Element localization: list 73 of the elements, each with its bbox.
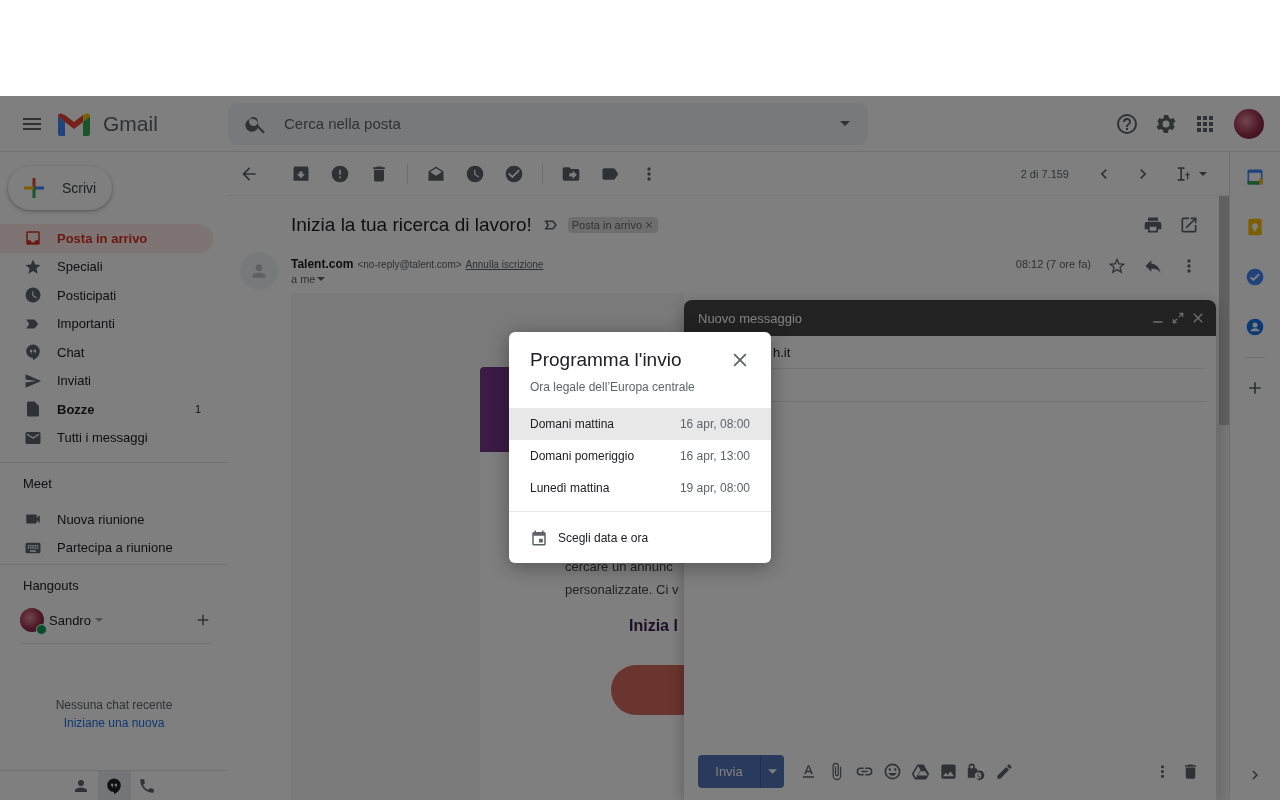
option-time: 16 apr, 08:00 xyxy=(679,417,750,431)
hangouts-tab[interactable] xyxy=(97,771,131,800)
send-button[interactable]: Invia xyxy=(698,755,760,788)
drive-icon[interactable] xyxy=(911,762,930,781)
user-name[interactable]: Sandro xyxy=(49,612,91,628)
chat-icon xyxy=(24,343,42,362)
lock-clock-icon[interactable] xyxy=(967,762,986,781)
pagination-text: 2 di 7.159 xyxy=(1020,167,1069,180)
email-subject: Inizia la tua ricerca di lavoro! xyxy=(291,214,532,236)
help-icon[interactable] xyxy=(1115,111,1139,136)
caret-icon xyxy=(768,769,777,774)
nav-item[interactable]: Bozze 1 xyxy=(0,395,213,424)
calendar-icon[interactable] xyxy=(1245,167,1265,187)
chat-icon xyxy=(105,776,123,795)
caret-icon[interactable] xyxy=(1199,171,1207,176)
gmail-logo[interactable] xyxy=(58,111,90,136)
avatar[interactable] xyxy=(20,608,44,632)
pen-icon[interactable] xyxy=(995,762,1014,781)
sender-avatar xyxy=(240,252,278,290)
contacts-icon[interactable] xyxy=(1245,317,1265,337)
caret-icon[interactable] xyxy=(840,121,850,126)
avatar[interactable] xyxy=(1234,108,1264,139)
empty-message: Nessuna chat recente xyxy=(54,698,174,712)
meet-item[interactable]: Nuova riunione xyxy=(0,505,213,534)
search-bar[interactable]: Cerca nella posta xyxy=(228,102,868,145)
file-icon xyxy=(24,400,42,419)
option-label: Domani pomeriggio xyxy=(530,449,635,463)
schedule-option[interactable]: Domani mattina 16 apr, 08:00 xyxy=(509,408,771,440)
clock-icon xyxy=(24,286,42,305)
email-heading: Inizia l xyxy=(629,617,679,635)
nav-item[interactable]: Posta in arrivo xyxy=(0,224,213,253)
action-button[interactable] xyxy=(611,665,684,715)
search-field[interactable]: Cerca nella posta xyxy=(282,114,840,133)
option-time: 16 apr, 13:00 xyxy=(679,449,750,463)
item-count: 1 xyxy=(194,403,201,416)
start-chat-link[interactable]: Iniziane una nuova xyxy=(63,716,165,730)
option-time: 19 apr, 08:00 xyxy=(679,481,750,495)
send-options-button[interactable] xyxy=(760,755,784,788)
recipient-text: a me xyxy=(291,273,316,285)
app-name: Gmail xyxy=(103,111,158,136)
nav-item[interactable]: Tutti i messaggi xyxy=(0,423,213,452)
plus-icon xyxy=(22,176,46,200)
dialog-title: Programma l'invio xyxy=(530,349,683,371)
email-text: personalizzate. Ci v xyxy=(565,581,680,599)
schedule-option[interactable]: Lunedì mattina 19 apr, 08:00 xyxy=(509,472,771,504)
sender-name: Talent.com xyxy=(291,257,354,271)
expand-icon[interactable] xyxy=(1170,310,1186,326)
caret-icon[interactable] xyxy=(317,277,326,281)
nav-item[interactable]: Chat xyxy=(0,338,213,367)
option-label: Lunedì mattina xyxy=(530,481,610,495)
dialog-subtitle: Ora legale dell’Europa centrale xyxy=(529,379,696,394)
nav-item[interactable]: Posticipati xyxy=(0,281,213,310)
section-heading: Hangouts xyxy=(22,577,80,595)
message-time: 08:12 (7 ore fa) xyxy=(1015,258,1091,270)
calendar-icon xyxy=(530,528,548,547)
pick-date-time-item[interactable]: Scegli data e ora xyxy=(509,511,771,563)
unsubscribe-link[interactable]: Annulla iscrizione xyxy=(465,259,544,270)
section-heading: Meet xyxy=(22,475,53,493)
inbox-icon xyxy=(24,229,42,248)
meet-item[interactable]: Partecipa a riunione xyxy=(0,533,213,562)
check-circle-icon[interactable] xyxy=(1245,267,1265,287)
image-icon[interactable] xyxy=(939,762,958,781)
nav-item[interactable]: Inviati xyxy=(0,366,213,395)
option-label: Domani mattina xyxy=(530,417,615,431)
scrollbar[interactable] xyxy=(1219,196,1229,800)
caret-icon[interactable] xyxy=(94,618,103,622)
schedule-option[interactable]: Domani pomeriggio 16 apr, 13:00 xyxy=(509,440,771,472)
nav-item[interactable]: Importanti xyxy=(0,309,213,338)
sender-email: <no-reply@talent.com> xyxy=(357,259,462,270)
compose-button[interactable]: Scrivi xyxy=(8,166,112,210)
phone-icon xyxy=(138,776,156,795)
emoji-icon[interactable] xyxy=(883,762,902,781)
compose-title: Nuovo messaggio xyxy=(698,310,803,326)
